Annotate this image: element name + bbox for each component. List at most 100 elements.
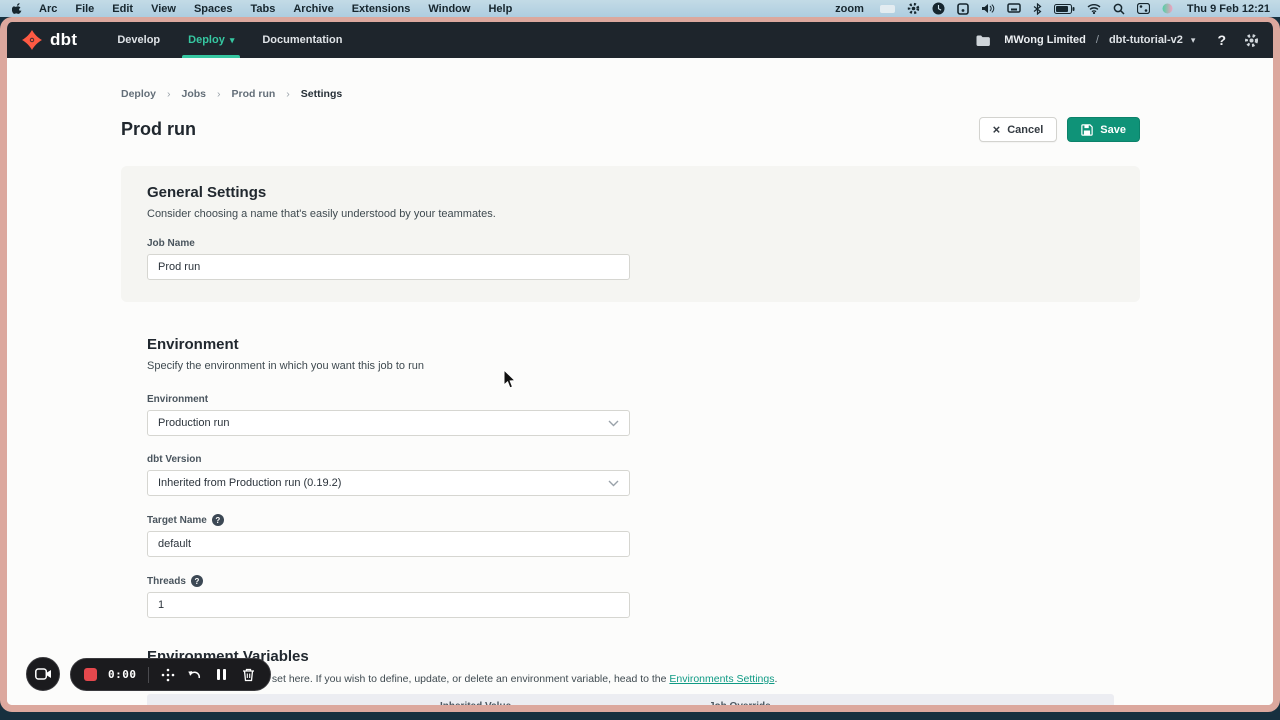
- job-name-input[interactable]: [147, 254, 630, 280]
- control-center-icon[interactable]: [1137, 3, 1150, 14]
- environment-heading: Environment: [147, 336, 1114, 353]
- dbt-navbar: dbt Develop Deploy ▾ Documentation MWong …: [7, 22, 1273, 58]
- environment-section: Environment Specify the environment in w…: [121, 336, 1140, 618]
- save-button-label: Save: [1100, 124, 1126, 136]
- menubar-menu-item[interactable]: File: [66, 3, 103, 15]
- breadcrumb: DeployJobsProd runSettings: [121, 88, 1140, 100]
- threads-input[interactable]: [147, 592, 630, 618]
- stop-recording-button[interactable]: [84, 668, 97, 681]
- description-text: .: [774, 673, 777, 685]
- camera-toggle-button[interactable]: [26, 657, 60, 691]
- cancel-button-label: Cancel: [1007, 124, 1043, 136]
- dbt-logo-text: dbt: [50, 30, 77, 50]
- menubar-menu-item[interactable]: Help: [479, 3, 521, 15]
- nav-item-label: Documentation: [262, 34, 342, 46]
- threads-label-text: Threads: [147, 576, 186, 587]
- breadcrumb-item[interactable]: Prod run: [232, 88, 301, 100]
- recording-toolbar: 0:00: [70, 658, 271, 691]
- dbt-logo-icon: [21, 29, 43, 51]
- account-project-separator: /: [1096, 34, 1099, 46]
- column-job-override: Job Override: [709, 701, 771, 712]
- dbt-logo[interactable]: dbt: [21, 22, 77, 58]
- environment-select-value: Production run: [158, 417, 230, 429]
- search-icon[interactable]: [1113, 3, 1125, 15]
- menubar-menu-item[interactable]: Archive: [284, 3, 342, 15]
- dbt-version-label: dbt Version: [147, 454, 1114, 465]
- chevron-down-icon: [608, 420, 619, 427]
- toolbar-divider: [148, 667, 149, 683]
- video-camera-icon: [35, 668, 52, 680]
- menubar-menu-item[interactable]: View: [142, 3, 185, 15]
- job-name-label: Job Name: [147, 238, 1114, 249]
- menubar-menu-item[interactable]: Edit: [103, 3, 142, 15]
- chevron-down-icon: ▾: [230, 36, 235, 45]
- menubar-menu-item[interactable]: Spaces: [185, 3, 242, 15]
- page-content: DeployJobsProd runSettings Prod run × Ca…: [7, 58, 1273, 705]
- general-settings-card: General Settings Consider choosing a nam…: [121, 166, 1140, 302]
- clock-icon[interactable]: [932, 2, 945, 15]
- breadcrumb-item[interactable]: Deploy: [121, 88, 182, 100]
- target-name-label: Target Name ?: [147, 514, 1114, 526]
- bluetooth-icon[interactable]: [1033, 3, 1042, 15]
- save-floppy-icon: [1081, 124, 1093, 136]
- nav-item-develop[interactable]: Develop: [103, 22, 174, 58]
- delete-recording-icon[interactable]: [241, 668, 257, 682]
- nav-item-documentation[interactable]: Documentation: [248, 22, 356, 58]
- menubar-menu-item[interactable]: Window: [419, 3, 479, 15]
- zoom-app-label[interactable]: zoom: [835, 3, 864, 15]
- menubar-menu-item[interactable]: Arc: [30, 3, 66, 15]
- macos-menubar: ArcFileEditViewSpacesTabsArchiveExtensio…: [0, 0, 1280, 17]
- folder-icon: [976, 35, 990, 46]
- variables-table-header: Inherited Value Job Override: [147, 694, 1114, 712]
- display-icon[interactable]: [1007, 3, 1021, 14]
- general-settings-description: Consider choosing a name that's easily u…: [147, 208, 1114, 220]
- project-selector[interactable]: dbt-tutorial-v2: [1109, 34, 1183, 46]
- restart-recording-icon[interactable]: [187, 668, 203, 681]
- general-settings-heading: General Settings: [147, 184, 1114, 201]
- environment-select[interactable]: Production run: [147, 410, 630, 436]
- wifi-icon[interactable]: [1087, 3, 1101, 14]
- target-name-input[interactable]: [147, 531, 630, 557]
- page-title: Prod run: [121, 119, 196, 140]
- chevron-down-icon[interactable]: ▾: [1191, 36, 1196, 45]
- dbt-version-value: Inherited from Production run (0.19.2): [158, 477, 341, 489]
- screen-overlay-icon[interactable]: [880, 4, 895, 14]
- column-inherited-value: Inherited Value: [440, 701, 511, 712]
- nav-item-label: Deploy: [188, 34, 225, 46]
- pause-recording-icon[interactable]: [214, 669, 230, 680]
- browser-window: dbt Develop Deploy ▾ Documentation MWong …: [0, 17, 1280, 712]
- menubar-menu-item[interactable]: Extensions: [343, 3, 420, 15]
- volume-icon[interactable]: [981, 3, 995, 14]
- menubar-clock[interactable]: Thu 9 Feb 12:21: [1187, 3, 1270, 15]
- environment-variables-section: Environment Variables Job level override…: [121, 648, 1140, 712]
- dbt-version-select[interactable]: Inherited from Production run (0.19.2): [147, 470, 630, 496]
- battery-icon[interactable]: [1054, 4, 1075, 14]
- apple-menu-icon[interactable]: [12, 2, 24, 15]
- gear-icon[interactable]: [907, 2, 920, 15]
- menubar-menu-item[interactable]: Tabs: [241, 3, 284, 15]
- chevron-down-icon: [608, 480, 619, 487]
- nav-item-label: Develop: [117, 34, 160, 46]
- breadcrumb-item[interactable]: Settings: [301, 88, 342, 100]
- account-name[interactable]: MWong Limited: [1004, 34, 1086, 46]
- navbar-tabs: Develop Deploy ▾ Documentation: [103, 22, 356, 58]
- recording-timer: 0:00: [108, 668, 137, 681]
- help-tooltip-icon[interactable]: ?: [212, 514, 224, 526]
- save-button[interactable]: Save: [1067, 117, 1140, 142]
- environment-select-label: Environment: [147, 394, 1114, 405]
- backup-icon[interactable]: [957, 3, 969, 15]
- help-icon[interactable]: ?: [1217, 32, 1226, 48]
- cancel-button[interactable]: × Cancel: [979, 117, 1058, 142]
- environment-variables-description: Job level overrides can be set here. If …: [147, 673, 1114, 685]
- threads-label: Threads ?: [147, 575, 1114, 587]
- drag-handle-icon[interactable]: [160, 668, 176, 682]
- breadcrumb-item[interactable]: Jobs: [182, 88, 232, 100]
- help-tooltip-icon[interactable]: ?: [191, 575, 203, 587]
- environments-settings-link[interactable]: Environments Settings: [669, 673, 774, 685]
- settings-gear-icon[interactable]: [1244, 33, 1259, 48]
- target-name-label-text: Target Name: [147, 515, 207, 526]
- environment-description: Specify the environment in which you wan…: [147, 360, 1114, 372]
- nav-item-deploy[interactable]: Deploy ▾: [174, 22, 248, 58]
- menubar-menus: ArcFileEditViewSpacesTabsArchiveExtensio…: [30, 3, 521, 15]
- record-indicator-icon[interactable]: [1162, 3, 1173, 14]
